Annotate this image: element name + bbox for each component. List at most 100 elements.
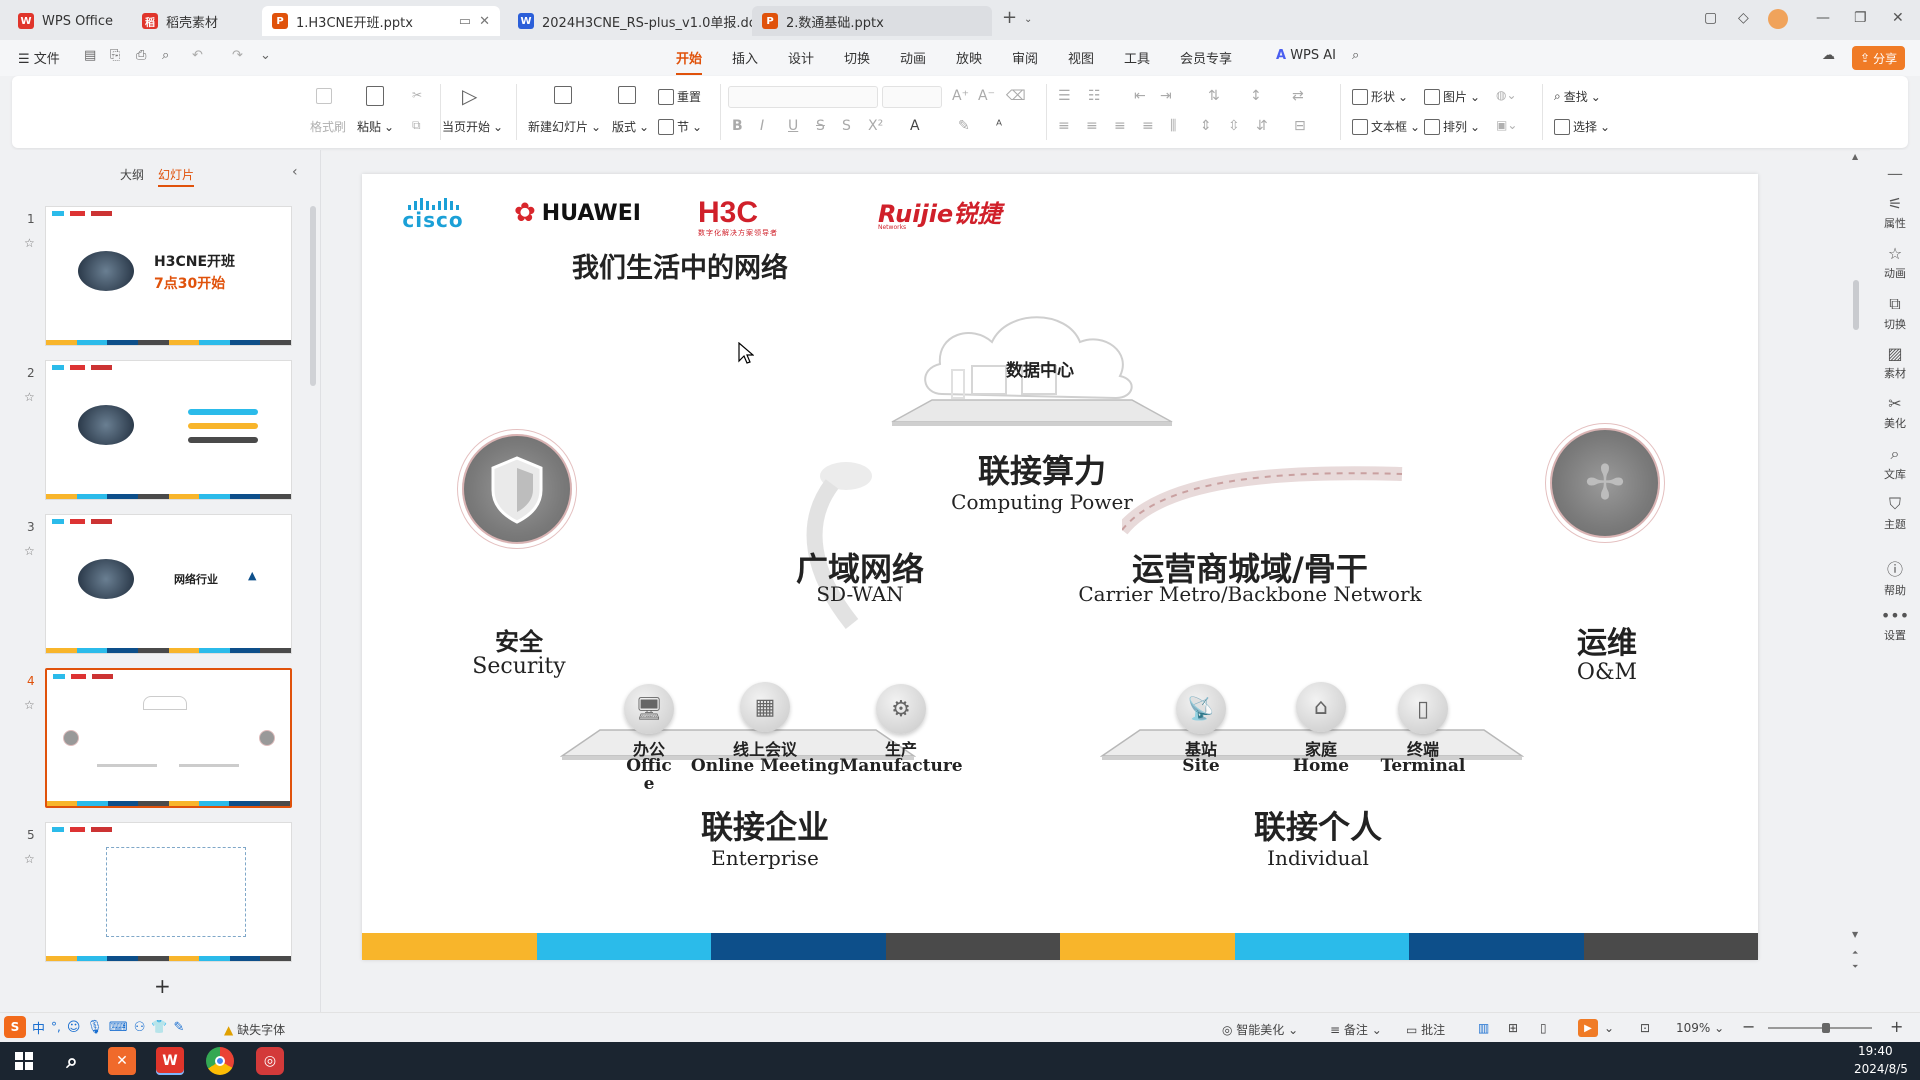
- slide-sorter-icon[interactable]: ⊞: [1508, 1021, 1518, 1035]
- find-button[interactable]: ⌕ 查找 ⌄: [1554, 88, 1601, 105]
- sidebar-animation[interactable]: ☆ 动画: [1870, 244, 1920, 281]
- slide-thumbnail-3[interactable]: 网络行业 ▲: [45, 514, 292, 654]
- quick-save-icon[interactable]: ▤: [84, 48, 96, 63]
- sogou-ime-icon[interactable]: S: [4, 1016, 26, 1038]
- comment-button[interactable]: ▭ 批注: [1406, 1021, 1445, 1038]
- panel-scrollbar[interactable]: [310, 206, 316, 386]
- ime-keyboard-icon[interactable]: ⌨: [109, 1020, 128, 1035]
- menu-member[interactable]: 会员专享: [1180, 48, 1232, 67]
- char-spacing-icon[interactable]: ᴬ: [996, 118, 1002, 134]
- ime-tools-icon[interactable]: ✎: [174, 1020, 185, 1035]
- slide-canvas[interactable]: cisco ✿ HUAWEI H3C 数字化解决方案领导者 Ruijie锐捷 N…: [362, 174, 1758, 960]
- collapse-panel-chevron-icon[interactable]: ‹: [292, 164, 298, 180]
- justify-icon[interactable]: ≡: [1142, 118, 1154, 134]
- chrome-app-icon[interactable]: [206, 1047, 234, 1075]
- sort-icon[interactable]: ↕: [1250, 88, 1262, 104]
- text-direction-icon[interactable]: ⇅: [1208, 88, 1220, 104]
- tab-docer[interactable]: 稻 稻壳素材: [132, 6, 228, 36]
- zoom-in-icon[interactable]: +: [1890, 1017, 1903, 1036]
- search-taskbar-icon[interactable]: ⌕: [58, 1047, 86, 1075]
- select-button[interactable]: 选择 ⌄: [1554, 118, 1610, 135]
- cube-icon[interactable]: ◇: [1738, 10, 1749, 26]
- tab-close-icon[interactable]: ✕: [479, 14, 490, 29]
- taskbar-time[interactable]: 19:40: [1858, 1044, 1893, 1058]
- xmind-app-icon[interactable]: ✕: [108, 1047, 136, 1075]
- slide-star-icon[interactable]: ☆: [24, 698, 35, 712]
- zoom-level[interactable]: 109% ⌄: [1676, 1021, 1724, 1035]
- menu-insert[interactable]: 插入: [732, 48, 758, 67]
- menu-design[interactable]: 设计: [788, 48, 814, 67]
- outline-icon[interactable]: ▣⌄: [1496, 118, 1517, 132]
- reading-view-icon[interactable]: ▯: [1540, 1021, 1547, 1035]
- notes-button[interactable]: ≡ 备注 ⌄: [1330, 1021, 1382, 1038]
- menu-transition[interactable]: 切换: [844, 48, 870, 67]
- sidebar-theme[interactable]: ⛉ 主题: [1870, 494, 1920, 532]
- italic-icon[interactable]: I: [760, 118, 764, 134]
- restore-icon[interactable]: ❐: [1854, 10, 1867, 26]
- slide-thumbnail-2[interactable]: [45, 360, 292, 500]
- next-slide-icon[interactable]: ⏷: [1852, 962, 1858, 972]
- fit-window-icon[interactable]: ⊡: [1640, 1021, 1650, 1035]
- slideshow-play-icon[interactable]: ▶: [1578, 1019, 1598, 1037]
- taskbar-date[interactable]: 2024/8/5: [1854, 1062, 1908, 1076]
- new-tab-plus-icon[interactable]: +: [1002, 7, 1017, 28]
- tab-monitor-icon[interactable]: ▭: [459, 14, 471, 29]
- zoom-out-icon[interactable]: −: [1742, 1017, 1755, 1036]
- wps-app-icon[interactable]: W: [156, 1047, 184, 1075]
- file-menu[interactable]: ☰ 文件: [18, 48, 60, 67]
- bold-icon[interactable]: B: [732, 118, 743, 134]
- numbered-list-icon[interactable]: ☷: [1088, 88, 1101, 104]
- slide-star-icon[interactable]: ☆: [24, 390, 35, 404]
- reset-button[interactable]: 重置: [658, 88, 701, 105]
- highlight-icon[interactable]: ✎: [958, 118, 970, 134]
- netease-music-icon[interactable]: ◎: [256, 1047, 284, 1075]
- superscript-icon[interactable]: X²: [868, 118, 883, 134]
- vertical-align-icon[interactable]: ⇕: [1200, 118, 1212, 134]
- underline-icon[interactable]: U: [788, 118, 798, 134]
- zoom-slider-thumb[interactable]: [1822, 1023, 1830, 1033]
- share-button[interactable]: ⇪ 分享: [1852, 46, 1906, 70]
- slide-scrollbar[interactable]: ▲ ▼ ⏶ ⏷: [1850, 150, 1862, 1012]
- slide-star-icon[interactable]: ☆: [24, 544, 35, 558]
- shadow-icon[interactable]: S: [842, 118, 851, 134]
- prev-slide-icon[interactable]: ⏶: [1852, 948, 1858, 958]
- paste-button[interactable]: 粘贴 ⌄: [357, 118, 394, 135]
- scroll-up-icon[interactable]: ▲: [1852, 152, 1858, 161]
- sidebar-transition[interactable]: ⧉ 切换: [1870, 294, 1920, 332]
- font-size-select[interactable]: [882, 86, 942, 108]
- picture-button[interactable]: 图片 ⌄: [1424, 88, 1480, 105]
- ime-emoji-icon[interactable]: ☺: [67, 1020, 81, 1035]
- font-name-select[interactable]: [728, 86, 878, 108]
- sidebar-beautify[interactable]: ✂ 美化: [1870, 394, 1920, 431]
- ime-mic-icon[interactable]: 🎙: [86, 1020, 103, 1035]
- line-spacing-icon[interactable]: ⇳: [1228, 118, 1240, 134]
- window-close-icon[interactable]: ✕: [1892, 10, 1904, 26]
- cloud-sync-icon[interactable]: ☁: [1822, 48, 1835, 63]
- increase-indent-icon[interactable]: ⇥: [1160, 88, 1172, 104]
- minimize-icon[interactable]: —: [1816, 10, 1830, 26]
- textbox-button[interactable]: 文本框 ⌄: [1352, 118, 1420, 135]
- ime-chinese-icon[interactable]: 中: [32, 1018, 45, 1037]
- font-color-icon[interactable]: A: [910, 118, 920, 134]
- sidebar-properties[interactable]: ⚟ 属性: [1870, 194, 1920, 231]
- tab-h3cne-pptx[interactable]: P 1.H3CNE开班.pptx ▭ ✕: [262, 6, 500, 36]
- format-painter-button[interactable]: 格式刷: [310, 118, 346, 135]
- window-layout-icon[interactable]: ▢: [1704, 10, 1717, 26]
- fill-icon[interactable]: ◍⌄: [1496, 88, 1517, 102]
- undo-icon[interactable]: ↶: [192, 48, 203, 63]
- font-shrink-icon[interactable]: A⁻: [978, 88, 995, 104]
- ime-skin-icon[interactable]: 👕: [151, 1020, 167, 1035]
- tab-list-chevron-icon[interactable]: ⌄: [1024, 14, 1032, 25]
- slide-star-icon[interactable]: ☆: [24, 236, 35, 250]
- clear-format-icon[interactable]: ⌫: [1006, 88, 1026, 104]
- paragraph-spacing-icon[interactable]: ⇵: [1256, 118, 1268, 134]
- bullet-list-icon[interactable]: ☰: [1058, 88, 1071, 104]
- convert-icon[interactable]: ⇄: [1292, 88, 1304, 104]
- arrange-button[interactable]: 排列 ⌄: [1424, 118, 1480, 135]
- ime-punct-icon[interactable]: °,: [51, 1020, 61, 1034]
- font-grow-icon[interactable]: A⁺: [952, 88, 969, 104]
- new-slide-button[interactable]: 新建幻灯片 ⌄: [528, 118, 601, 135]
- cut-icon[interactable]: ✂: [412, 88, 422, 102]
- menu-review[interactable]: 审阅: [1012, 48, 1038, 67]
- add-slide-button[interactable]: +: [154, 974, 171, 998]
